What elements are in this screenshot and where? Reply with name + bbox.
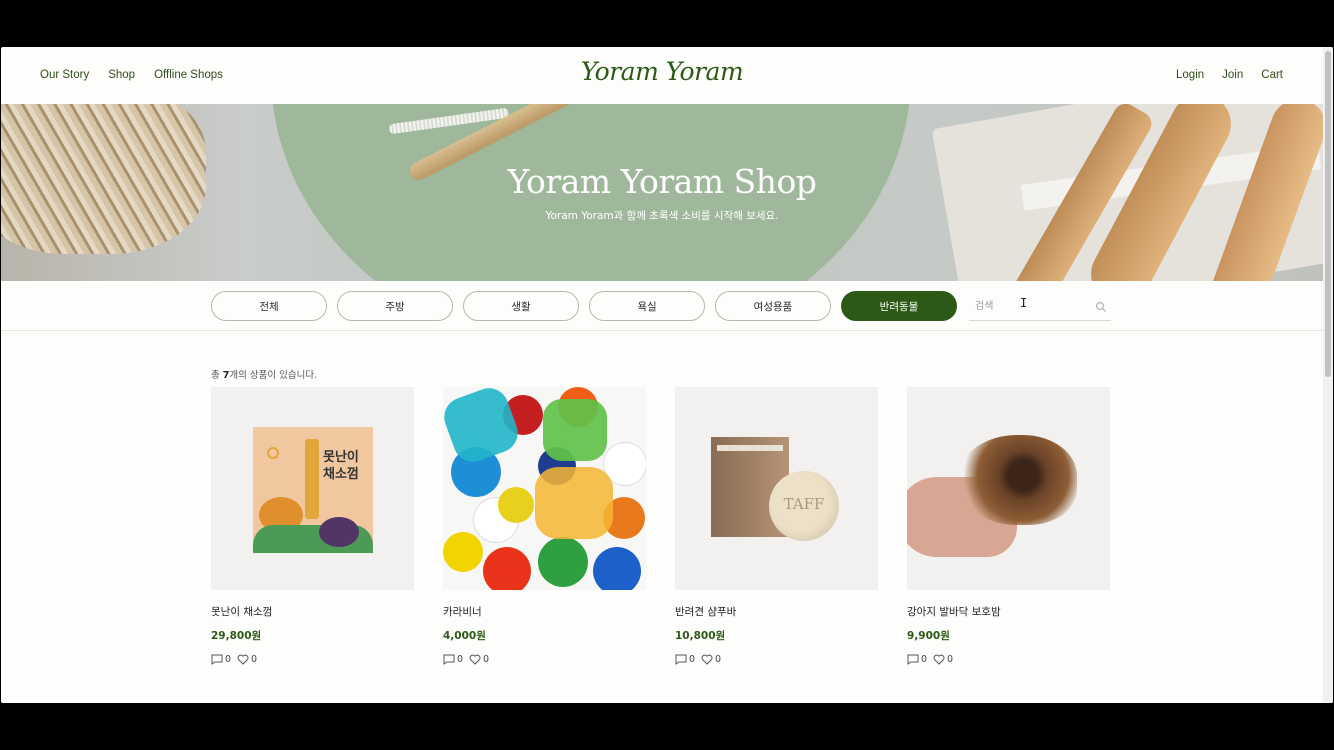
product-price: 29,800원 bbox=[211, 630, 262, 642]
heart-icon bbox=[933, 654, 945, 665]
veggie-gum-package: 못난이 채소껌 bbox=[253, 427, 373, 553]
product-name[interactable]: 강아지 발바닥 보호밤 bbox=[907, 604, 1110, 619]
like-count[interactable]: 0 bbox=[237, 654, 257, 665]
product-meta: 0 0 bbox=[443, 654, 646, 665]
like-count-value: 0 bbox=[251, 654, 258, 665]
comment-count[interactable]: 0 bbox=[675, 654, 695, 665]
comment-count-value: 0 bbox=[689, 654, 696, 665]
search-icon[interactable] bbox=[1095, 301, 1107, 313]
heart-icon bbox=[237, 654, 249, 665]
text-cursor-icon: I bbox=[1020, 296, 1028, 310]
result-count-prefix: 총 bbox=[211, 370, 223, 381]
like-count[interactable]: 0 bbox=[701, 654, 721, 665]
heart-icon bbox=[469, 654, 481, 665]
product-price: 4,000원 bbox=[443, 630, 486, 642]
category-kitchen[interactable]: 주방 bbox=[337, 291, 453, 321]
comment-icon bbox=[443, 654, 455, 665]
product-card[interactable]: 카라비너 4,000원 0 0 bbox=[443, 387, 646, 665]
product-meta: 0 0 bbox=[907, 654, 1110, 665]
nav-join[interactable]: Join bbox=[1222, 69, 1243, 81]
product-card[interactable]: TAFF 반려견 샴푸바 10,800원 0 0 bbox=[675, 387, 878, 665]
browser-viewport: Our Story Shop Offline Shops Yoram Yoram… bbox=[1, 47, 1333, 703]
nav-login[interactable]: Login bbox=[1176, 69, 1204, 81]
product-card[interactable]: 못난이 채소껌 못난이 채소껌 29,800원 0 0 bbox=[211, 387, 414, 665]
comment-count[interactable]: 0 bbox=[443, 654, 463, 665]
product-name[interactable]: 반려견 샴푸바 bbox=[675, 604, 878, 619]
scrollbar-thumb[interactable] bbox=[1325, 51, 1331, 377]
like-count[interactable]: 0 bbox=[469, 654, 489, 665]
soap-label: TAFF bbox=[783, 495, 825, 513]
product-image[interactable]: 못난이 채소껌 bbox=[211, 387, 414, 590]
product-image[interactable] bbox=[907, 387, 1110, 590]
product-card[interactable]: 강아지 발바닥 보호밤 9,900원 0 0 bbox=[907, 387, 1110, 665]
page-scrollbar[interactable] bbox=[1323, 47, 1333, 703]
result-count: 총 7개의 상품이 있습니다. bbox=[211, 367, 317, 381]
hero-banner: Yoram Yoram Shop Yoram Yoram과 함께 초록색 소비를… bbox=[1, 104, 1323, 281]
product-grid: 못난이 채소껌 못난이 채소껌 29,800원 0 0 카라비너 4,000원 … bbox=[211, 387, 1110, 665]
product-image[interactable] bbox=[443, 387, 646, 590]
shampoo-bar: TAFF bbox=[769, 471, 839, 541]
category-all[interactable]: 전체 bbox=[211, 291, 327, 321]
site-logo[interactable]: Yoram Yoram bbox=[1, 57, 1323, 86]
user-nav: Login Join Cart bbox=[1176, 69, 1283, 81]
comment-count-value: 0 bbox=[225, 654, 232, 665]
like-count[interactable]: 0 bbox=[933, 654, 953, 665]
product-meta: 0 0 bbox=[211, 654, 414, 665]
comment-icon bbox=[907, 654, 919, 665]
like-count-value: 0 bbox=[483, 654, 490, 665]
product-name[interactable]: 카라비너 bbox=[443, 604, 646, 619]
heart-icon bbox=[701, 654, 713, 665]
product-price: 10,800원 bbox=[675, 630, 726, 642]
like-count-value: 0 bbox=[947, 654, 954, 665]
search-box bbox=[969, 294, 1111, 321]
comment-icon bbox=[211, 654, 223, 665]
comment-count[interactable]: 0 bbox=[211, 654, 231, 665]
hero-subtitle: Yoram Yoram과 함께 초록색 소비를 시작해 보세요. bbox=[545, 210, 779, 222]
category-living[interactable]: 생활 bbox=[463, 291, 579, 321]
result-count-suffix: 개의 상품이 있습니다. bbox=[229, 370, 318, 381]
comment-count[interactable]: 0 bbox=[907, 654, 927, 665]
category-tabs: 전체 주방 생활 욕실 여성용품 반려동물 bbox=[211, 291, 957, 321]
paw-image bbox=[957, 435, 1077, 525]
comment-count-value: 0 bbox=[921, 654, 928, 665]
nav-cart[interactable]: Cart bbox=[1261, 69, 1283, 81]
product-price: 9,900원 bbox=[907, 630, 950, 642]
category-women[interactable]: 여성용품 bbox=[715, 291, 831, 321]
comment-count-value: 0 bbox=[457, 654, 464, 665]
category-bath[interactable]: 욕실 bbox=[589, 291, 705, 321]
comment-icon bbox=[675, 654, 687, 665]
category-bar: 전체 주방 생활 욕실 여성용품 반려동물 bbox=[1, 281, 1323, 331]
hero-title: Yoram Yoram Shop bbox=[507, 162, 817, 201]
product-image[interactable]: TAFF bbox=[675, 387, 878, 590]
package-label: 못난이 채소껌 bbox=[323, 450, 359, 482]
site-header: Our Story Shop Offline Shops Yoram Yoram… bbox=[1, 47, 1323, 104]
category-pets[interactable]: 반려동물 bbox=[841, 291, 957, 321]
product-name[interactable]: 못난이 채소껌 bbox=[211, 604, 414, 619]
like-count-value: 0 bbox=[715, 654, 722, 665]
product-meta: 0 0 bbox=[675, 654, 878, 665]
